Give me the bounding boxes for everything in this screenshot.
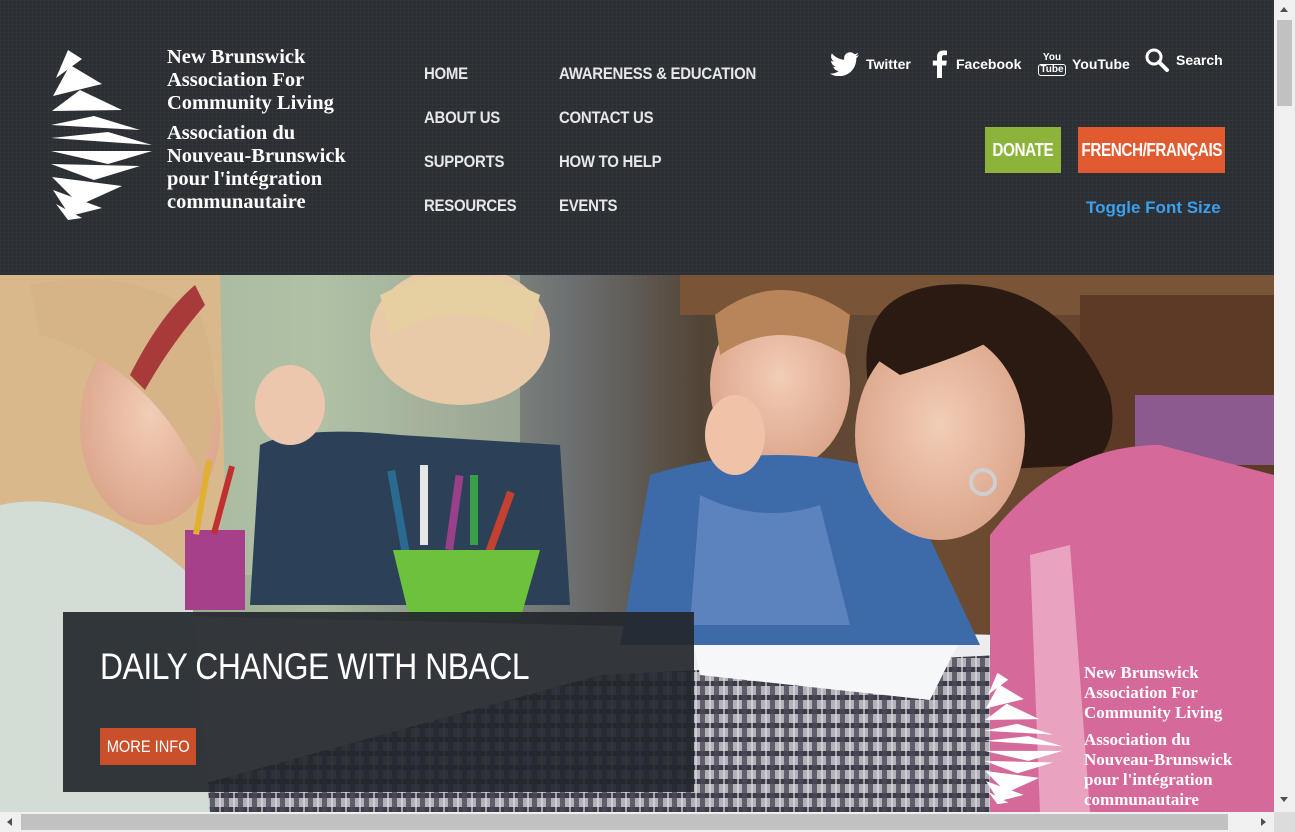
twitter-icon: [830, 52, 859, 76]
watermark-line: New Brunswick: [1084, 663, 1199, 682]
logo-line: communautaire: [167, 191, 306, 213]
social-links: Twitter Facebook You Tube YouTube Search: [830, 48, 1230, 80]
logo-line: Nouveau-Brunswick: [167, 145, 346, 167]
logo-line: pour l'intégration: [167, 168, 323, 190]
vertical-scroll-thumb[interactable]: [1277, 20, 1292, 106]
donate-button[interactable]: DONATE: [985, 127, 1061, 173]
search-link[interactable]: Search: [1144, 44, 1223, 76]
hero-watermark-logo: New Brunswick Association For Community …: [982, 663, 1272, 812]
logo-line: Association For: [167, 69, 305, 91]
youtube-label: YouTube: [1072, 56, 1130, 72]
nav-awareness-education[interactable]: AWARENESS & EDUCATION: [559, 62, 756, 106]
twitter-link[interactable]: Twitter: [830, 48, 911, 80]
facebook-link[interactable]: Facebook: [928, 48, 1021, 80]
search-icon: [1145, 48, 1169, 72]
more-info-button[interactable]: MORE INFO: [100, 728, 196, 765]
watermark-logo-text: New Brunswick Association For Community …: [1084, 663, 1232, 810]
scroll-left-arrow-icon[interactable]: [7, 818, 12, 826]
nav-how-to-help[interactable]: HOW TO HELP: [559, 150, 756, 194]
search-label: Search: [1176, 52, 1223, 68]
watermark-line: communautaire: [1084, 790, 1199, 809]
scrollbar-corner: [1274, 812, 1295, 832]
nav-supports[interactable]: SUPPORTS: [424, 150, 516, 194]
youtube-icon-tube: Tube: [1038, 63, 1066, 76]
youtube-link[interactable]: You Tube YouTube: [1038, 48, 1130, 80]
nav-contact-us[interactable]: CONTACT US: [559, 106, 756, 150]
hero-caption: DAILY CHANGE WITH NBACL MORE INFO: [63, 612, 694, 792]
page: New Brunswick Association For Community …: [0, 0, 1274, 812]
scroll-right-arrow-icon[interactable]: [1261, 818, 1266, 826]
more-info-label: MORE INFO: [106, 736, 190, 756]
logo-mark-icon: [51, 50, 152, 220]
nav-resources[interactable]: RESOURCES: [424, 194, 517, 238]
site-logo[interactable]: New Brunswick Association For Community …: [48, 46, 378, 226]
nav-home[interactable]: HOME: [424, 62, 516, 106]
horizontal-scroll-thumb[interactable]: [21, 814, 1228, 830]
logo-text: New Brunswick Association For Community …: [167, 46, 346, 214]
scroll-down-arrow-icon[interactable]: [1280, 797, 1288, 802]
watermark-line: Association du: [1084, 730, 1191, 749]
site-header: New Brunswick Association For Community …: [0, 0, 1274, 275]
youtube-icon-you: You: [1042, 51, 1062, 63]
scroll-up-arrow-icon[interactable]: [1280, 7, 1288, 12]
facebook-label: Facebook: [956, 56, 1022, 72]
hero-title: DAILY CHANGE WITH NBACL: [100, 646, 530, 687]
watermark-line: Community Living: [1084, 703, 1223, 722]
twitter-label: Twitter: [866, 56, 911, 72]
french-button[interactable]: FRENCH/FRANÇAIS: [1078, 127, 1225, 173]
youtube-icon: You Tube: [1038, 49, 1066, 79]
main-nav-column-2: AWARENESS & EDUCATION CONTACT US HOW TO …: [559, 62, 783, 238]
nav-about-us[interactable]: ABOUT US: [424, 106, 516, 150]
vertical-scrollbar[interactable]: [1274, 0, 1295, 812]
facebook-icon: [932, 50, 947, 78]
logo-line: New Brunswick: [167, 46, 306, 68]
toggle-font-size-link[interactable]: Toggle Font Size: [1086, 198, 1221, 218]
horizontal-scrollbar[interactable]: [0, 812, 1274, 832]
nav-events[interactable]: EVENTS: [559, 194, 756, 238]
french-label: FRENCH/FRANÇAIS: [1081, 139, 1222, 160]
donate-label: DONATE: [992, 139, 1054, 160]
watermark-logo-mark-icon: [984, 672, 1063, 805]
logo-line: Association du: [167, 122, 296, 144]
logo-line: Community Living: [167, 92, 334, 114]
watermark-line: Nouveau-Brunswick: [1084, 750, 1233, 769]
watermark-line: Association For: [1084, 683, 1198, 702]
main-nav-column-1: HOME ABOUT US SUPPORTS RESOURCES: [424, 62, 529, 238]
watermark-line: pour l'intégration: [1084, 770, 1213, 789]
